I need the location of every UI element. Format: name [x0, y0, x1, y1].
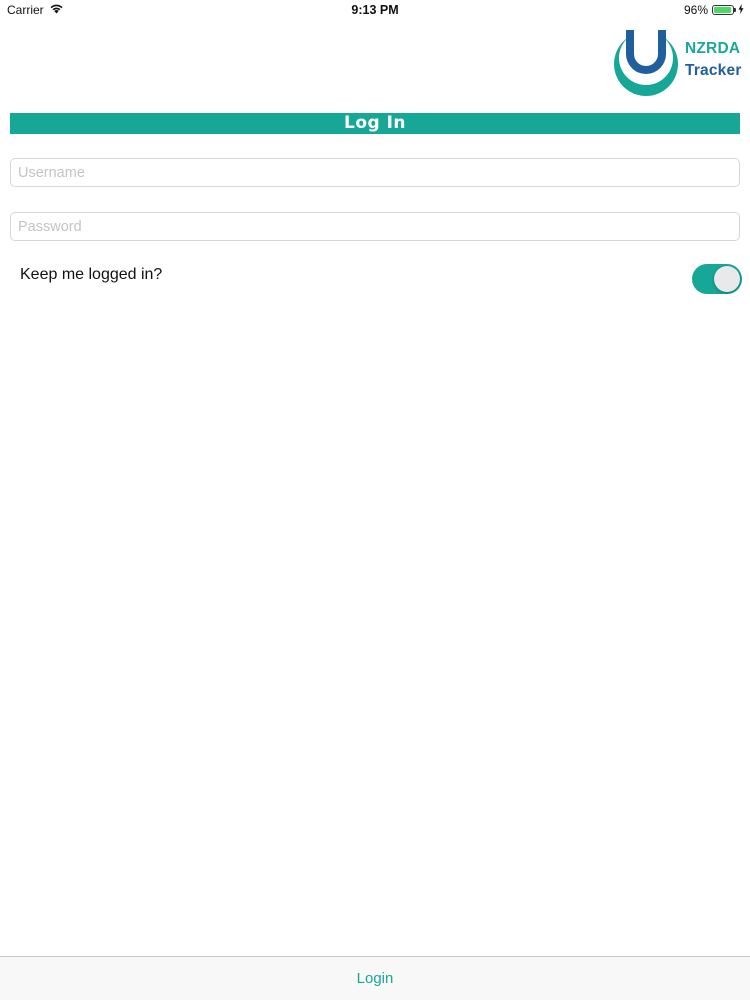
status-bar: Carrier 9:13 PM 96% [0, 0, 750, 22]
status-time: 9:13 PM [351, 3, 399, 17]
logo-text-tracker: Tracker [685, 62, 742, 79]
keep-logged-in-label: Keep me logged in? [20, 266, 163, 283]
battery-fill [714, 7, 732, 13]
drop-logo-icon [614, 30, 678, 96]
login-button[interactable]: Login [325, 957, 425, 1000]
keep-logged-in-toggle[interactable] [692, 264, 742, 294]
battery-icon [712, 5, 736, 15]
username-input[interactable] [10, 158, 740, 187]
nzrda-logo: NZRDA Tracker [612, 30, 742, 98]
page-title: Log In [10, 113, 740, 134]
toggle-knob [714, 266, 740, 292]
bottom-toolbar: Login [0, 956, 750, 1000]
logo-text-nzrda: NZRDA [685, 40, 741, 57]
charging-bolt-icon [738, 3, 744, 17]
battery-percent: 96% [683, 3, 708, 17]
password-input[interactable] [10, 212, 740, 241]
login-screen: Carrier 9:13 PM 96% NZRDA Tracker Log In… [0, 0, 750, 1000]
battery-nub [734, 8, 736, 12]
status-right: 96% [684, 3, 744, 17]
